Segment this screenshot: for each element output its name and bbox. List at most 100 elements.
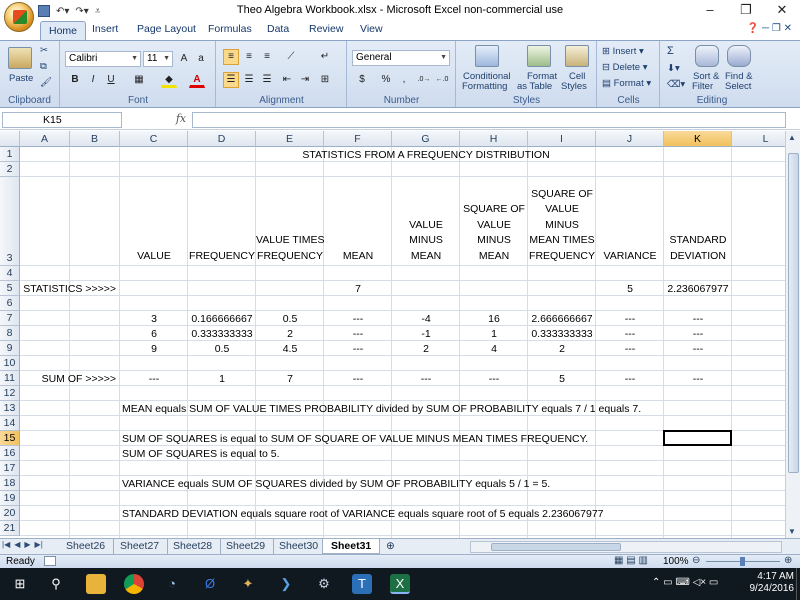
shrink-font-button[interactable]: a	[193, 51, 209, 67]
column-header-i[interactable]: I	[528, 131, 596, 147]
horizontal-scrollbar[interactable]	[470, 541, 782, 553]
cell-styles-label-2[interactable]: Styles	[561, 81, 587, 92]
increase-indent-icon[interactable]: ⇥	[297, 72, 313, 88]
zoom-in-icon[interactable]: ⊕	[784, 555, 792, 566]
row-header-17[interactable]: 17	[0, 461, 20, 476]
row-header-12[interactable]: 12	[0, 386, 20, 401]
fill-icon[interactable]: ⬇▾	[667, 63, 680, 74]
row-header-15[interactable]: 15	[0, 431, 20, 446]
paste-button[interactable]: Paste	[9, 73, 33, 84]
increase-decimal-icon[interactable]: .0→	[416, 72, 432, 88]
clear-icon[interactable]: ⌫▾	[667, 79, 685, 90]
column-header-f[interactable]: F	[324, 131, 392, 147]
row-header-21[interactable]: 21	[0, 521, 20, 536]
name-box[interactable]: K15	[2, 112, 122, 128]
app-icon-4[interactable]: ❯	[276, 574, 296, 594]
help-icon[interactable]: ❓ ─ ❐ ✕	[747, 23, 792, 34]
font-name-combo[interactable]: Calibri ▼	[65, 51, 141, 67]
active-cell-selection[interactable]	[663, 430, 732, 446]
find-select-label-2[interactable]: Select	[725, 81, 751, 92]
file-explorer-icon[interactable]	[86, 574, 106, 594]
column-header-d[interactable]: D	[188, 131, 256, 147]
row-header-16[interactable]: 16	[0, 446, 20, 461]
percent-button[interactable]: %	[378, 72, 394, 88]
italic-button[interactable]: I	[85, 72, 101, 88]
row-header-19[interactable]: 19	[0, 491, 20, 506]
tab-insert[interactable]: Insert	[92, 23, 118, 35]
bold-button[interactable]: B	[67, 72, 83, 88]
column-header-c[interactable]: C	[120, 131, 188, 147]
copy-icon[interactable]: ⧉	[40, 61, 47, 72]
search-icon[interactable]: ⚲	[46, 574, 66, 594]
tab-review[interactable]: Review	[309, 23, 343, 35]
underline-button[interactable]: U	[103, 72, 119, 88]
select-all-corner[interactable]	[0, 131, 20, 147]
merge-center-icon[interactable]: ⊞	[317, 72, 333, 88]
worksheet-grid[interactable]: A B C D E F G H I J K L 1 2 3 4 5 6 7 8 9 10 11 12 13 14 15 16 17 18 1…	[0, 131, 785, 538]
column-header-a[interactable]: A	[20, 131, 70, 147]
row-header-5[interactable]: 5	[0, 281, 20, 296]
column-header-h[interactable]: H	[460, 131, 528, 147]
align-center-icon[interactable]: ☰	[241, 72, 257, 88]
sheet-tab-sheet30[interactable]: Sheet30	[271, 539, 328, 554]
decrease-decimal-icon[interactable]: ←.0	[434, 72, 450, 88]
column-header-g[interactable]: G	[392, 131, 460, 147]
next-sheet-icon[interactable]: ▶	[24, 540, 30, 549]
tab-data[interactable]: Data	[267, 23, 289, 35]
column-header-e[interactable]: E	[256, 131, 324, 147]
clock[interactable]: 4:17 AM 9/24/2016	[750, 571, 795, 595]
borders-icon[interactable]: ▦	[131, 72, 147, 88]
format-cells-button[interactable]: ▤ Format ▾	[602, 78, 651, 89]
orientation-icon[interactable]: ⟋	[283, 49, 299, 65]
vertical-scroll-thumb[interactable]	[788, 153, 799, 473]
insert-function-icon[interactable]: fx	[172, 112, 190, 128]
show-desktop-button[interactable]	[796, 568, 800, 600]
tab-page-layout[interactable]: Page Layout	[137, 23, 196, 35]
row-header-11[interactable]: 11	[0, 371, 20, 386]
column-header-l[interactable]: L	[732, 131, 785, 147]
currency-button[interactable]: $	[354, 72, 370, 88]
autosum-icon[interactable]: Σ	[667, 45, 674, 57]
view-buttons[interactable]: ▦ ▤ ▥	[614, 555, 648, 566]
app-icon-2[interactable]: Ø	[200, 574, 220, 594]
align-right-icon[interactable]: ☰	[259, 72, 275, 88]
cut-icon[interactable]: ✂	[40, 45, 48, 56]
sheet-tab-sheet26[interactable]: Sheet26	[58, 539, 115, 554]
minimize-button[interactable]: –	[692, 0, 728, 20]
sheet-tab-sheet31[interactable]: Sheet31	[322, 539, 381, 554]
windows-start-icon[interactable]: ⊞	[10, 574, 30, 594]
chrome-icon[interactable]	[124, 574, 144, 594]
row-header-4[interactable]: 4	[0, 266, 20, 281]
decrease-indent-icon[interactable]: ⇤	[279, 72, 295, 88]
formula-input[interactable]	[192, 112, 786, 128]
font-color-icon[interactable]: A	[189, 72, 205, 88]
close-button[interactable]: ✕	[764, 0, 800, 20]
align-bottom-icon[interactable]: ≡	[259, 49, 275, 65]
row-header-10[interactable]: 10	[0, 356, 20, 371]
row-header-8[interactable]: 8	[0, 326, 20, 341]
conditional-formatting-icon[interactable]	[475, 45, 499, 67]
office-button[interactable]	[4, 2, 34, 32]
restore-button[interactable]: ❐	[728, 0, 764, 20]
comma-button[interactable]: ,	[396, 72, 412, 88]
insert-sheet-icon[interactable]: ⊕	[378, 539, 403, 554]
row-header-14[interactable]: 14	[0, 416, 20, 431]
sheet-tab-sheet29[interactable]: Sheet29	[218, 539, 275, 554]
insert-cells-button[interactable]: ⊞ Insert ▾	[602, 46, 644, 57]
row-header-9[interactable]: 9	[0, 341, 20, 356]
scroll-down-icon[interactable]: ▼	[788, 527, 796, 536]
row-header-1[interactable]: 1	[0, 147, 20, 162]
excel-icon[interactable]: X	[390, 574, 410, 594]
column-header-k[interactable]: K	[664, 131, 732, 147]
tab-home[interactable]: Home	[40, 21, 87, 41]
horizontal-scroll-thumb[interactable]	[491, 543, 621, 551]
app-icon-6[interactable]: T	[352, 574, 372, 594]
align-left-icon[interactable]: ☰	[223, 72, 239, 88]
row-header-2[interactable]: 2	[0, 162, 20, 177]
align-middle-icon[interactable]: ≡	[241, 49, 257, 65]
column-header-b[interactable]: B	[70, 131, 120, 147]
last-sheet-icon[interactable]: ▶|	[35, 540, 43, 549]
format-painter-icon[interactable]: 🖌	[40, 77, 52, 88]
binoculars-icon[interactable]	[727, 45, 751, 67]
format-as-table-label-2[interactable]: as Table	[517, 81, 552, 92]
